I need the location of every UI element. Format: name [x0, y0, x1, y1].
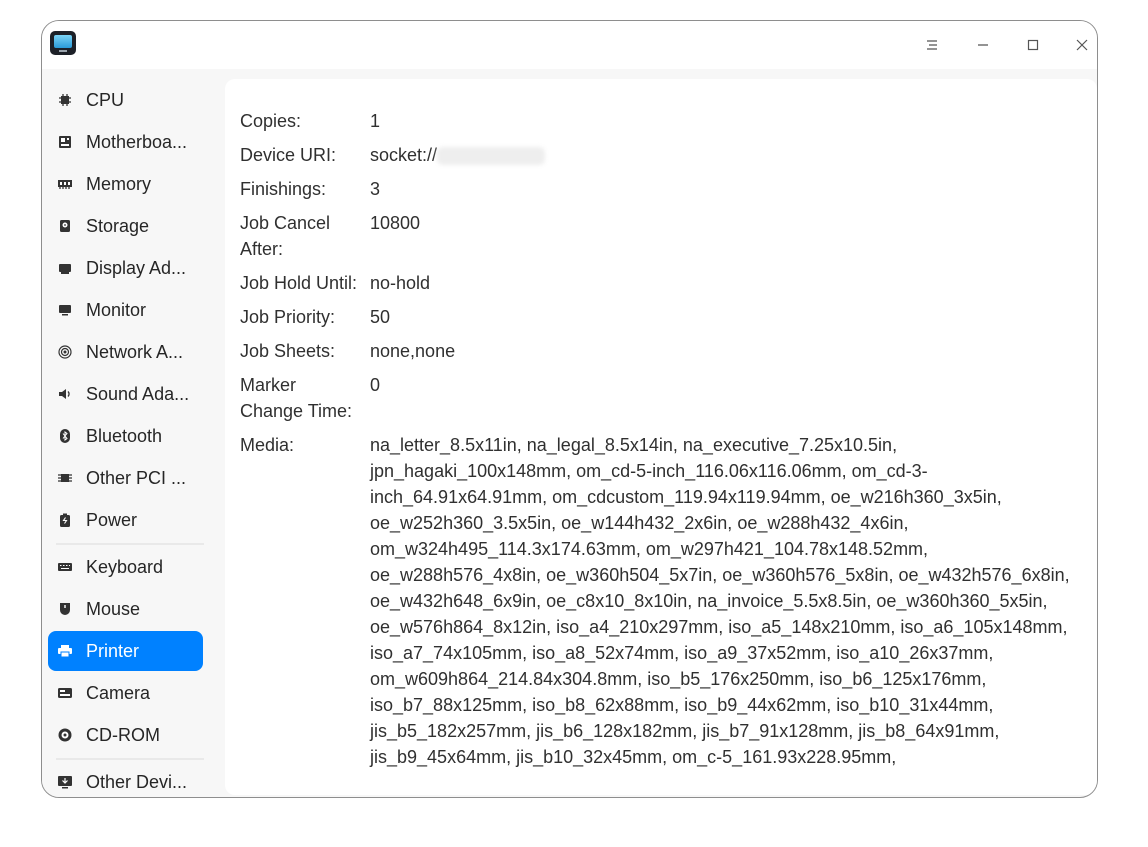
media-line: jis_b5_182x257mm, jis_b6_128x182mm, jis_…: [370, 721, 1000, 741]
detail-value: 10800: [370, 213, 421, 233]
detail-value: socket://: [370, 145, 438, 165]
media-line: om_w324h495_114.3x174.63mm, om_w297h421_…: [370, 539, 929, 559]
sidebar-item-label: Monitor: [86, 299, 147, 320]
maximize-button[interactable]: [1009, 21, 1057, 69]
sidebar-item-mouse[interactable]: Mouse: [48, 589, 203, 629]
sidebar-item-network-adapter[interactable]: Network A...: [48, 332, 203, 372]
camera-icon: [58, 686, 72, 700]
sidebar-item-label: Bluetooth: [86, 425, 163, 446]
sidebar-item-motherboard[interactable]: Motherboa...: [48, 122, 203, 162]
sidebar-item-label: Printer: [86, 640, 140, 661]
media-line: om_w609h864_214.84x304.8mm, iso_b5_176x2…: [370, 669, 987, 689]
sidebar-item-display-adapter[interactable]: Display Ad...: [48, 248, 203, 288]
memory-icon: [58, 177, 72, 191]
cdrom-icon: [58, 728, 72, 742]
network-icon: [58, 345, 72, 359]
detail-label: Job Priority:: [240, 307, 336, 327]
close-icon: [1076, 39, 1088, 51]
minimize-button[interactable]: [959, 21, 1007, 69]
sidebar-item-label: Sound Ada...: [86, 383, 190, 404]
sidebar-separator: [56, 543, 204, 545]
detail-value: no-hold: [370, 273, 431, 293]
sidebar-item-label: Storage: [86, 215, 150, 236]
detail-label: Marker Change Time:: [240, 375, 353, 421]
keyboard-icon: [58, 560, 72, 574]
detail-value: 50: [370, 307, 391, 327]
app-icon: [50, 31, 76, 55]
sidebar-item-label: Keyboard: [86, 556, 164, 577]
sound-icon: [58, 387, 72, 401]
sidebar-item-other-devices[interactable]: Other Devi...: [48, 762, 203, 797]
sidebar-item-bluetooth[interactable]: Bluetooth: [48, 416, 203, 456]
sidebar-item-power[interactable]: Power: [48, 500, 203, 540]
storage-icon: [58, 219, 72, 233]
sidebar-item-sound-adapter[interactable]: Sound Ada...: [48, 374, 203, 414]
close-button[interactable]: [1058, 21, 1097, 69]
sidebar-item-camera[interactable]: Camera: [48, 673, 203, 713]
media-line: inch_64.91x64.91mm, om_cdcustom_119.94x1…: [370, 487, 1002, 507]
power-icon: [58, 513, 72, 527]
monitor-icon: [58, 303, 72, 317]
detail-value-wrap: socket://: [370, 142, 1085, 168]
media-line: na_letter_8.5x11in, na_legal_8.5x14in, n…: [370, 435, 898, 455]
detail-value: 3: [370, 179, 381, 199]
sidebar-item-storage[interactable]: Storage: [48, 206, 203, 246]
device-manager-window: CPU Motherboa... Memory Storage Display …: [41, 20, 1098, 798]
maximize-icon: [1027, 39, 1039, 51]
sidebar-item-label: Other Devi...: [86, 771, 188, 792]
detail-label: Media:: [240, 435, 295, 455]
sidebar-item-label: Motherboa...: [86, 131, 188, 152]
detail-label: Copies:: [240, 111, 302, 131]
sidebar-item-keyboard[interactable]: Keyboard: [48, 547, 203, 587]
printer-icon: [58, 644, 72, 658]
bluetooth-icon: [58, 429, 72, 443]
detail-label: Device URI:: [240, 145, 337, 165]
minimize-icon: [978, 44, 988, 46]
cpu-icon: [58, 93, 72, 107]
sidebar-item-label: CD-ROM: [86, 724, 160, 745]
detail-label: Finishings:: [240, 179, 327, 199]
sidebar-item-label: Power: [86, 509, 138, 530]
detail-value: 0: [370, 375, 381, 395]
sidebar-item-other-pci[interactable]: Other PCI ...: [48, 458, 203, 498]
media-value: na_letter_8.5x11in, na_legal_8.5x14in, n…: [370, 432, 1085, 770]
other-devices-icon: [58, 775, 72, 789]
sidebar-item-memory[interactable]: Memory: [48, 164, 203, 204]
menu-button[interactable]: [908, 21, 956, 69]
detail-value: none,none: [370, 341, 456, 361]
sidebar-item-label: Camera: [86, 682, 151, 703]
media-line: oe_w432h648_6x9in, oe_c8x10_8x10in, na_i…: [370, 591, 1048, 611]
detail-label: Job Hold Until:: [240, 273, 358, 293]
detail-value: 1: [370, 111, 381, 131]
hamburger-icon: [927, 40, 937, 50]
motherboard-icon: [58, 135, 72, 149]
media-line: oe_w252h360_3.5x5in, oe_w144h432_2x6in, …: [370, 513, 909, 533]
mouse-icon: [58, 602, 72, 616]
sidebar-item-cpu[interactable]: CPU: [48, 80, 203, 120]
media-line: oe_w288h576_4x8in, oe_w360h504_5x7in, oe…: [370, 565, 1070, 585]
sidebar: CPU Motherboa... Memory Storage Display …: [42, 69, 214, 797]
sidebar-item-label: Mouse: [86, 598, 141, 619]
media-line: oe_w576h864_8x12in, iso_a4_210x297mm, is…: [370, 617, 1068, 637]
detail-label: Job Cancel After:: [240, 213, 331, 259]
media-line: iso_a7_74x105mm, iso_a8_52x74mm, iso_a9_…: [370, 643, 994, 663]
media-line: jpn_hagaki_100x148mm, om_cd-5-inch_116.0…: [370, 461, 928, 481]
pci-icon: [58, 471, 72, 485]
display-adapter-icon: [58, 261, 72, 275]
sidebar-item-cdrom[interactable]: CD-ROM: [48, 715, 203, 755]
titlebar: [42, 21, 1097, 69]
sidebar-item-label: Display Ad...: [86, 257, 187, 278]
sidebar-item-monitor[interactable]: Monitor: [48, 290, 203, 330]
sidebar-item-printer[interactable]: Printer: [48, 631, 203, 671]
printer-details-panel: Copies: 1 Device URI: socket:// Finishin…: [225, 79, 1097, 795]
sidebar-item-label: Other PCI ...: [86, 467, 187, 488]
sidebar-item-label: Network A...: [86, 341, 184, 362]
redacted-address: [437, 147, 546, 166]
sidebar-item-label: Memory: [86, 173, 152, 194]
sidebar-item-label: CPU: [86, 89, 125, 110]
detail-label: Job Sheets:: [240, 341, 336, 361]
media-line: iso_b7_88x125mm, iso_b8_62x88mm, iso_b9_…: [370, 695, 994, 715]
media-line: jis_b9_45x64mm, jis_b10_32x45mm, om_c-5_…: [370, 747, 897, 767]
sidebar-separator: [56, 758, 204, 760]
